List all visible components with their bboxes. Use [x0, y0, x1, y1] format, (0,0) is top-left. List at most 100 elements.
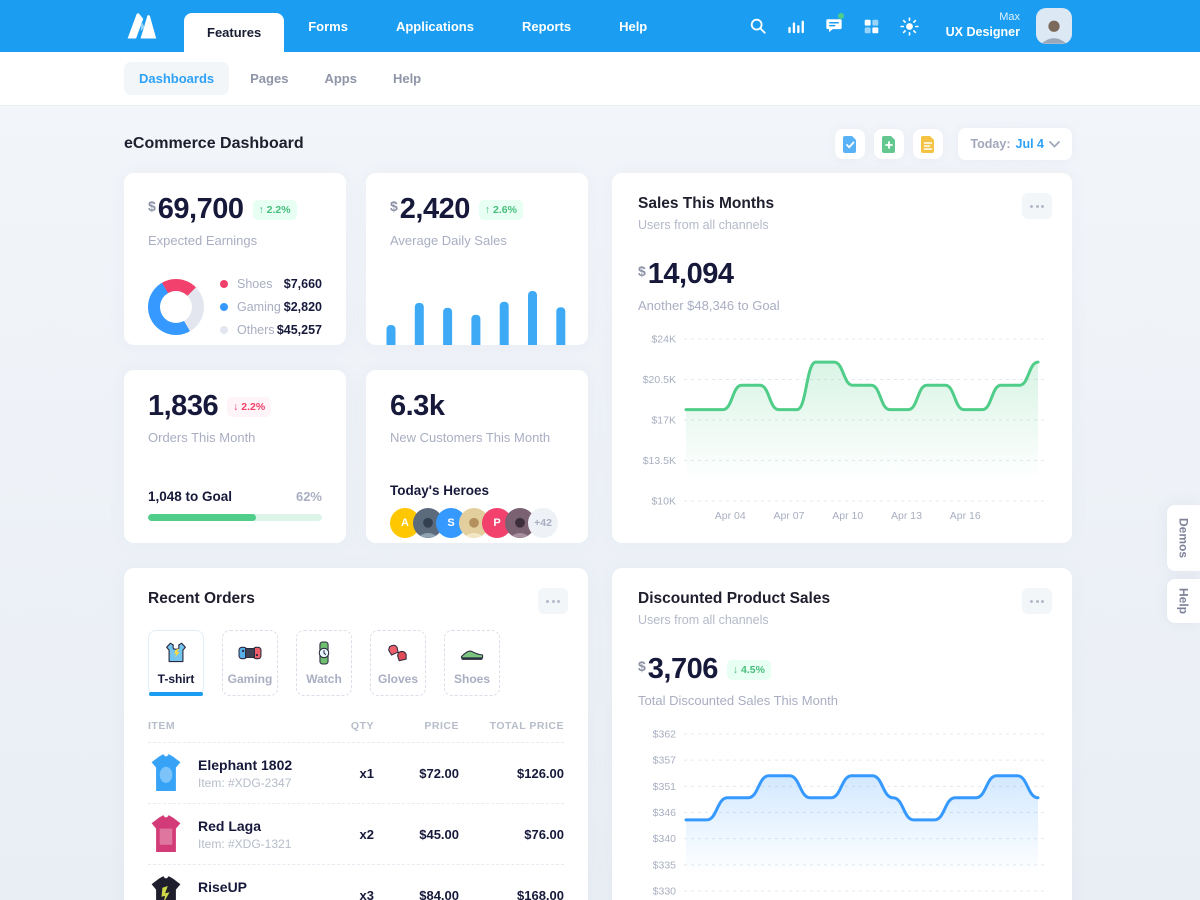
date-filter[interactable]: Today: Jul 4: [958, 128, 1072, 160]
orders-label: Orders This Month: [148, 430, 322, 445]
legend-item-others: Others $45,257: [220, 318, 322, 341]
discount-subtitle: Users from all channels: [638, 613, 1046, 627]
order-row[interactable]: RiseUP Item: #XDG-4312 x3 $84.00 $168.00: [148, 864, 564, 900]
chevron-down-icon: [1049, 141, 1060, 148]
add-file-button[interactable]: [874, 129, 904, 159]
svg-text:$24K: $24K: [651, 334, 676, 346]
svg-text:$330: $330: [653, 886, 677, 898]
order-row[interactable]: Elephant 1802 Item: #XDG-2347 x1 $72.00 …: [148, 742, 564, 803]
heroes-avatars: A S P +42: [390, 508, 564, 538]
discount-menu-button[interactable]: [1022, 588, 1052, 614]
apps-grid-button[interactable]: [856, 10, 888, 42]
user-info: Max UX Designer: [946, 11, 1020, 40]
order-total: $168.00: [459, 888, 564, 900]
subnav-dashboards[interactable]: Dashboards: [124, 62, 229, 95]
subnav-pages[interactable]: Pages: [235, 62, 303, 95]
report-file-button[interactable]: [913, 129, 943, 159]
category-tab-watch[interactable]: Watch: [296, 630, 352, 696]
order-total: $76.00: [459, 827, 564, 842]
search-button[interactable]: [742, 10, 774, 42]
category-tab-gloves[interactable]: Gloves: [370, 630, 426, 696]
orders-delta-badge: ↓ 2.2%: [227, 397, 271, 417]
card-expected-earnings: $ 69,700 ↑ 2.2% Expected Earnings Shoes: [124, 173, 346, 345]
legend-item-shoes: Shoes $7,660: [220, 272, 322, 295]
earnings-legend: Shoes $7,660 Gaming $2,820 Others: [220, 272, 322, 341]
new-customers-label: New Customers This Month: [390, 430, 564, 445]
nav-tab-reports[interactable]: Reports: [498, 0, 595, 52]
order-row[interactable]: Red Laga Item: #XDG-1321 x2 $45.00 $76.0…: [148, 803, 564, 864]
help-drawer-tab[interactable]: Help: [1167, 579, 1200, 623]
order-price: $84.00: [374, 888, 459, 900]
currency-symbol: $: [390, 198, 398, 214]
daily-sales-value: 2,420: [400, 195, 470, 224]
product-name: Elephant 1802: [198, 757, 292, 773]
recent-orders-menu-button[interactable]: [538, 588, 568, 614]
primary-nav: Features Forms Applications Reports Help: [184, 0, 671, 52]
export-check-button[interactable]: [835, 129, 865, 159]
svg-text:$346: $346: [653, 807, 677, 819]
svg-text:$20.5K: $20.5K: [643, 374, 676, 386]
nav-tab-help[interactable]: Help: [595, 0, 671, 52]
currency-symbol: $: [638, 658, 646, 674]
messages-button[interactable]: [818, 10, 850, 42]
category-tab-shoes[interactable]: Shoes: [444, 630, 500, 696]
legend-item-gaming: Gaming $2,820: [220, 295, 322, 318]
product-id: Item: #XDG-1321: [198, 837, 291, 851]
avatar-more-count[interactable]: +42: [528, 508, 558, 538]
legend-dot: [220, 280, 228, 288]
subnav-apps[interactable]: Apps: [309, 62, 372, 95]
svg-text:$357: $357: [653, 755, 677, 767]
discount-value: 3,706: [648, 655, 718, 684]
subnav-help[interactable]: Help: [378, 62, 436, 95]
topbar-actions: Max UX Designer: [742, 0, 1072, 52]
sneaker-icon: [459, 640, 485, 666]
earnings-value-row: $ 69,700 ↑ 2.2%: [148, 195, 322, 224]
order-total: $126.00: [459, 766, 564, 781]
card-recent-orders: Recent Orders T-shirt: [124, 568, 588, 900]
page-header-actions: Today: Jul 4: [835, 128, 1072, 160]
svg-text:$362: $362: [653, 729, 677, 741]
category-tabs: T-shirt Gaming: [148, 630, 564, 696]
discount-line-chart: $362$357$351$346$340$335$330Apr 04Apr 07…: [638, 722, 1046, 900]
svg-text:Apr 10: Apr 10: [832, 510, 863, 522]
file-check-icon: [842, 135, 858, 153]
nav-tab-features[interactable]: Features: [184, 13, 284, 52]
order-price: $72.00: [374, 766, 459, 781]
discount-delta-badge: ↓ 4.5%: [727, 660, 771, 680]
stats-button[interactable]: [780, 10, 812, 42]
orders-table-header: ITEM QTY PRICE TOTAL PRICE: [148, 716, 564, 742]
user-avatar[interactable]: [1036, 8, 1072, 44]
file-plus-icon: [881, 135, 897, 153]
orders-table: ITEM QTY PRICE TOTAL PRICE Elepha: [148, 716, 564, 900]
discount-title: Discounted Product Sales: [638, 590, 1046, 608]
card-discounted-product-sales: Discounted Product Sales Users from all …: [612, 568, 1072, 900]
sales-line-chart: $24K$20.5K$17K$13.5K$10KApr 04Apr 07Apr …: [638, 327, 1046, 527]
product-name: Red Laga: [198, 818, 291, 834]
category-tab-tshirt[interactable]: T-shirt: [148, 630, 204, 696]
order-qty: x1: [324, 766, 374, 781]
sales-subtitle: Users from all channels: [638, 218, 1046, 232]
date-filter-prefix: Today:: [970, 137, 1010, 151]
gamepad-icon: [237, 640, 263, 666]
tshirt-icon: [163, 640, 189, 666]
legend-dot: [220, 326, 228, 334]
app-logo[interactable]: [124, 0, 158, 52]
notification-dot: [838, 13, 844, 19]
demos-drawer-tab[interactable]: Demos: [1167, 505, 1200, 571]
nav-tab-forms[interactable]: Forms: [284, 0, 372, 52]
currency-symbol: $: [638, 263, 646, 279]
recent-orders-title: Recent Orders: [148, 590, 564, 608]
avatar-photo-icon: [1039, 16, 1069, 44]
product-name: RiseUP: [198, 879, 291, 895]
nav-tab-applications[interactable]: Applications: [372, 0, 498, 52]
gloves-icon: [385, 640, 411, 666]
svg-text:$340: $340: [653, 833, 677, 845]
category-tab-gaming[interactable]: Gaming: [222, 630, 278, 696]
product-id: Item: #XDG-2347: [198, 776, 292, 790]
theme-toggle-button[interactable]: [894, 10, 926, 42]
search-icon: [749, 17, 767, 35]
sales-menu-button[interactable]: [1022, 193, 1052, 219]
orders-goal: 1,048 to Goal 62%: [148, 489, 322, 521]
daily-sales-delta-badge: ↑ 2.6%: [479, 200, 523, 220]
order-qty: x3: [324, 888, 374, 900]
